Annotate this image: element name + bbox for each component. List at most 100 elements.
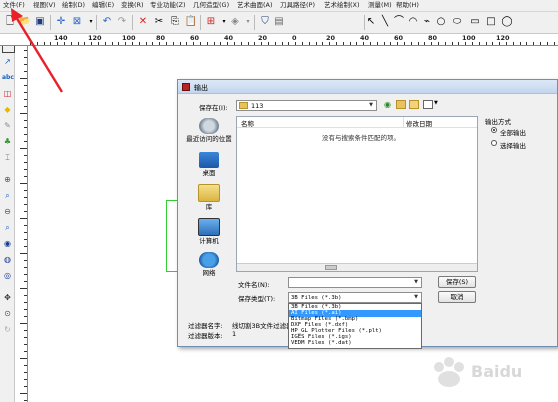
ruler-tick bbox=[91, 42, 93, 45]
chevron-down-icon[interactable]: ▼ bbox=[434, 100, 438, 106]
pan-tool-icon[interactable]: ✥ bbox=[2, 292, 13, 303]
ruler-tick bbox=[383, 42, 385, 45]
app-icon bbox=[182, 83, 190, 91]
layer-grid-icon[interactable]: ⊞ bbox=[204, 15, 218, 29]
crop-tool-icon[interactable]: ◫ bbox=[2, 88, 13, 99]
filename-input[interactable]: ▼ bbox=[288, 277, 422, 288]
redo-icon[interactable]: ↷ bbox=[115, 15, 129, 29]
radio-selected-label[interactable]: 选择输出 bbox=[500, 140, 526, 150]
column-date[interactable]: 修改日期 bbox=[406, 118, 432, 128]
horizontal-scrollbar[interactable] bbox=[237, 263, 477, 271]
svg-text:Baidu: Baidu bbox=[471, 362, 522, 381]
zoom-in-icon[interactable]: ⊕ bbox=[2, 174, 13, 185]
place-network[interactable]: 网络 bbox=[184, 252, 234, 277]
undo-icon[interactable]: ↶ bbox=[100, 15, 114, 29]
new-file-icon[interactable]: 🗋 bbox=[3, 15, 17, 29]
ruler-tick bbox=[206, 42, 208, 45]
chevron-down-icon[interactable]: ▾ bbox=[241, 15, 255, 29]
properties-icon[interactable]: ▤ bbox=[272, 15, 286, 29]
filetype-dropdown[interactable]: 3B Files (*.3b) ▼ bbox=[288, 292, 422, 303]
ruler-tick bbox=[24, 71, 27, 72]
ruler-tick bbox=[417, 42, 419, 45]
layer-icon[interactable]: ◈ bbox=[228, 15, 242, 29]
node-edit-icon[interactable]: ↗ bbox=[2, 56, 13, 67]
ruler-tick bbox=[24, 365, 27, 366]
pointer-icon[interactable]: ↖ bbox=[364, 15, 378, 29]
ruler-tick bbox=[24, 267, 27, 268]
ruler-tick bbox=[281, 42, 283, 45]
delete-icon[interactable]: ✕ bbox=[136, 15, 150, 29]
menu-art-surface[interactable]: 艺术曲面(A) bbox=[237, 1, 273, 10]
chevron-down-icon: ▼ bbox=[414, 279, 418, 285]
zoom-window-icon[interactable]: ⌕ bbox=[2, 190, 13, 201]
radio-all[interactable] bbox=[491, 127, 497, 133]
filetype-option[interactable]: VEDM Files (*.dat) bbox=[291, 340, 352, 347]
menu-special[interactable]: 专业功能(Z) bbox=[150, 1, 186, 10]
measure-tool-icon[interactable]: ⌶ bbox=[2, 152, 13, 163]
menu-view[interactable]: 视图(V) bbox=[33, 1, 56, 10]
arc-three-point-icon[interactable]: ◠ bbox=[406, 15, 420, 29]
menu-draw[interactable]: 绘制(D) bbox=[62, 1, 85, 10]
place-computer[interactable]: 计算机 bbox=[184, 218, 234, 245]
circle-large-icon[interactable]: ◯ bbox=[500, 15, 514, 29]
ellipse-icon[interactable]: ⬭ bbox=[450, 15, 464, 29]
up-folder-icon[interactable] bbox=[396, 100, 406, 109]
fill-tool-icon[interactable]: ♣ bbox=[2, 136, 13, 147]
magnifier-tool-icon[interactable]: ⊙ bbox=[2, 308, 13, 319]
save-in-dropdown[interactable]: 113 ▼ bbox=[236, 100, 377, 111]
cut-icon[interactable]: ✂ bbox=[152, 15, 166, 29]
pen-tool-icon[interactable]: ✎ bbox=[2, 120, 13, 131]
square-icon[interactable]: □ bbox=[484, 15, 498, 29]
paste-icon[interactable]: 📋 bbox=[184, 15, 198, 29]
zoom-fit-icon[interactable]: ⌕ bbox=[2, 222, 13, 233]
ruler-tick bbox=[431, 42, 433, 45]
place-recent[interactable]: 最近访问的位置 bbox=[184, 118, 234, 143]
file-list[interactable]: 名称 修改日期 没有与搜索条件匹配的项。 bbox=[236, 116, 478, 272]
ruler-label: 20 bbox=[258, 34, 268, 42]
zoom-out-icon[interactable]: ⊖ bbox=[2, 206, 13, 217]
grid-snap-icon[interactable]: ⊠ bbox=[70, 15, 84, 29]
menu-measure[interactable]: 测量(M) bbox=[368, 1, 392, 10]
view-menu-icon[interactable] bbox=[423, 100, 433, 109]
filetype-options-list[interactable]: 3B Files (*.3b) AI Files (*.ai) Bitmap F… bbox=[288, 303, 422, 349]
back-icon[interactable]: ◉ bbox=[384, 100, 391, 109]
copy-icon[interactable]: ⎘ bbox=[168, 15, 182, 29]
ruler-tick bbox=[295, 42, 297, 45]
refresh-tool-icon[interactable]: ↻ bbox=[2, 324, 13, 335]
column-name[interactable]: 名称 bbox=[241, 118, 254, 128]
zoom-selection-icon[interactable]: ◎ bbox=[2, 270, 13, 281]
menu-toolpath[interactable]: 刀具路径(P) bbox=[280, 1, 315, 10]
filename-label: 文件名(N): bbox=[238, 281, 270, 289]
eraser-tool-icon[interactable]: ◆ bbox=[2, 104, 13, 115]
crosshair-icon[interactable]: ✛ bbox=[54, 15, 68, 29]
radio-selected[interactable] bbox=[491, 140, 497, 146]
place-desktop[interactable]: 桌面 bbox=[184, 152, 234, 177]
save-file-icon[interactable]: ▣ bbox=[33, 15, 47, 29]
menu-transform[interactable]: 变换(R) bbox=[121, 1, 144, 10]
ruler-tick bbox=[84, 42, 86, 45]
zoom-previous-icon[interactable]: ◍ bbox=[2, 254, 13, 265]
radio-all-label[interactable]: 全部输出 bbox=[500, 127, 526, 137]
shield-icon[interactable]: ⛉ bbox=[258, 15, 272, 29]
place-libraries[interactable]: 库 bbox=[184, 184, 234, 211]
scroll-thumb[interactable] bbox=[325, 265, 337, 270]
ruler-tick bbox=[24, 141, 27, 142]
save-button[interactable]: 保存(S) bbox=[438, 276, 476, 288]
zoom-all-icon[interactable]: ◉ bbox=[2, 238, 13, 249]
ruler-tick bbox=[20, 323, 27, 324]
polyline-icon[interactable]: ⌁ bbox=[420, 15, 434, 29]
rectangle-icon[interactable]: ▭ bbox=[468, 15, 482, 29]
menu-geometry[interactable]: 几何造型(G) bbox=[193, 1, 229, 10]
menu-edit[interactable]: 编辑(E) bbox=[92, 1, 114, 10]
cancel-button[interactable]: 取消 bbox=[438, 291, 476, 303]
menu-help[interactable]: 帮助(H) bbox=[396, 1, 419, 10]
menu-file[interactable]: 文件(F) bbox=[3, 1, 25, 10]
line-icon[interactable]: ╲ bbox=[378, 15, 392, 29]
ruler-tick bbox=[546, 42, 548, 45]
arc-icon[interactable]: ⌒ bbox=[392, 15, 406, 29]
circle-icon[interactable]: ○ bbox=[434, 15, 448, 29]
menu-art-draw[interactable]: 艺术绘制(X) bbox=[324, 1, 360, 10]
open-file-icon[interactable]: 📂 bbox=[18, 15, 32, 29]
new-folder-icon[interactable] bbox=[409, 100, 419, 109]
text-tool-icon[interactable]: abc bbox=[2, 72, 14, 83]
